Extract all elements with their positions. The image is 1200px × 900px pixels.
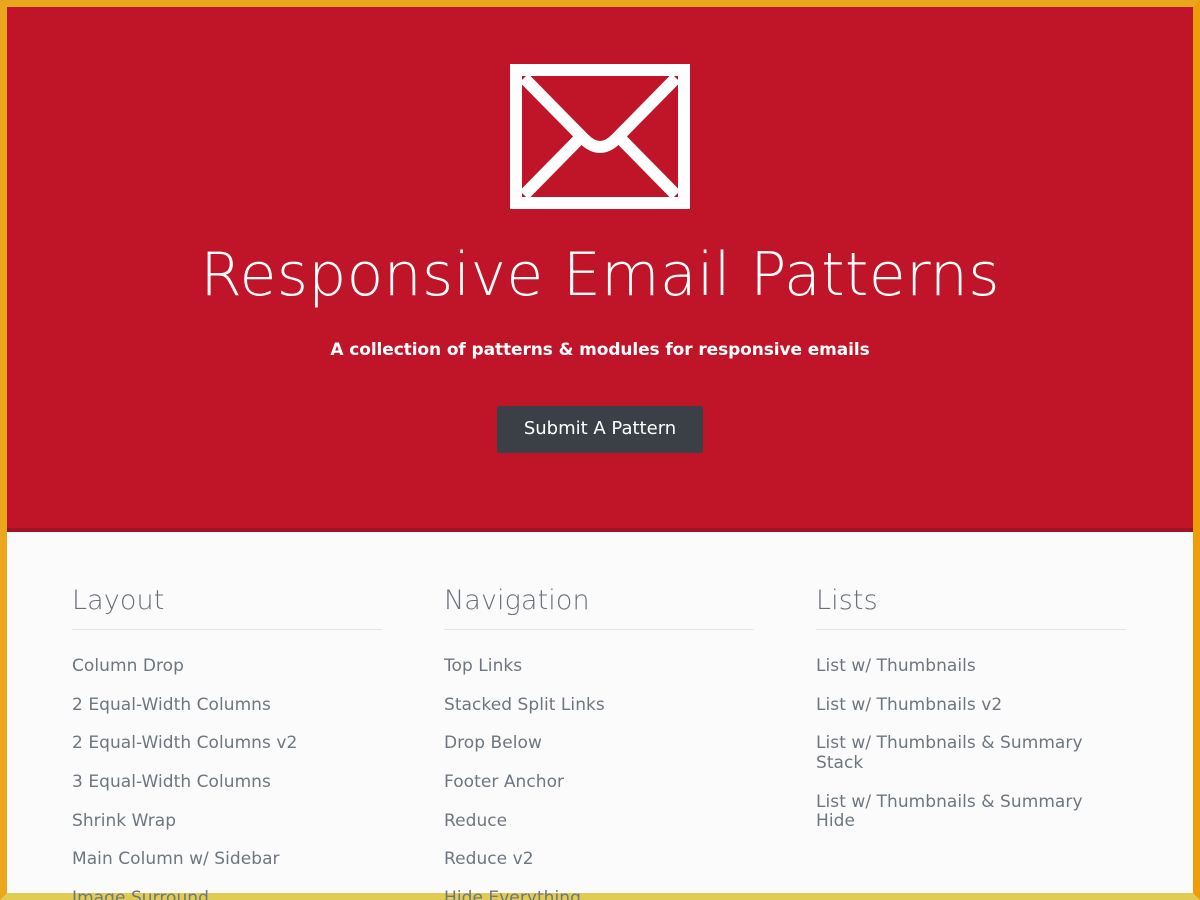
list-item: Reduce <box>444 803 754 842</box>
column-heading-layout: Layout <box>72 586 382 631</box>
list-item: List w/ Thumbnails v2 <box>816 687 1126 726</box>
list-item: Footer Anchor <box>444 764 754 803</box>
pattern-link[interactable]: Main Column w/ Sidebar <box>72 841 382 880</box>
pattern-link[interactable]: Image Surround <box>72 880 382 900</box>
list-item: 2 Equal-Width Columns <box>72 687 382 726</box>
pattern-link[interactable]: Shrink Wrap <box>72 803 382 842</box>
list-item: Image Surround <box>72 880 382 900</box>
pattern-link[interactable]: 3 Equal-Width Columns <box>72 764 382 803</box>
list-item: Stacked Split Links <box>444 687 754 726</box>
list-item: Shrink Wrap <box>72 803 382 842</box>
pattern-link[interactable]: Reduce <box>444 803 754 842</box>
column-heading-lists: Lists <box>816 586 1126 631</box>
pattern-link[interactable]: Hide Everything <box>444 880 754 900</box>
pattern-link[interactable]: Reduce v2 <box>444 841 754 880</box>
page-frame: Responsive Email Patterns A collection o… <box>0 0 1200 900</box>
pattern-link[interactable]: 2 Equal-Width Columns v2 <box>72 725 382 764</box>
pattern-link[interactable]: Column Drop <box>72 648 382 687</box>
pattern-link[interactable]: List w/ Thumbnails <box>816 648 1126 687</box>
pattern-link[interactable]: List w/ Thumbnails & Summary Hide <box>816 784 1126 842</box>
list-item: List w/ Thumbnails & Summary Hide <box>816 784 1126 842</box>
list-item: List w/ Thumbnails & Summary Stack <box>816 725 1126 783</box>
pattern-link[interactable]: List w/ Thumbnails v2 <box>816 687 1126 726</box>
list-item: Hide Everything <box>444 880 754 900</box>
pattern-column-layout: Layout Column Drop 2 Equal-Width Columns… <box>72 586 382 900</box>
pattern-list-layout: Column Drop 2 Equal-Width Columns 2 Equa… <box>72 648 382 900</box>
pattern-link[interactable]: Top Links <box>444 648 754 687</box>
list-item: Top Links <box>444 648 754 687</box>
page-title: Responsive Email Patterns <box>200 240 1000 310</box>
pattern-column-lists: Lists List w/ Thumbnails List w/ Thumbna… <box>816 586 1126 900</box>
submit-a-pattern-button[interactable]: Submit A Pattern <box>496 406 704 453</box>
list-item: Column Drop <box>72 648 382 687</box>
pattern-link[interactable]: Drop Below <box>444 725 754 764</box>
pattern-link[interactable]: Footer Anchor <box>444 764 754 803</box>
pattern-link[interactable]: 2 Equal-Width Columns <box>72 687 382 726</box>
list-item: Main Column w/ Sidebar <box>72 841 382 880</box>
pattern-link[interactable]: List w/ Thumbnails & Summary Stack <box>816 725 1126 783</box>
pattern-list-lists: List w/ Thumbnails List w/ Thumbnails v2… <box>816 648 1126 841</box>
pattern-link[interactable]: Stacked Split Links <box>444 687 754 726</box>
list-item: Reduce v2 <box>444 841 754 880</box>
hero-banner: Responsive Email Patterns A collection o… <box>7 7 1193 532</box>
pattern-columns: Layout Column Drop 2 Equal-Width Columns… <box>7 532 1193 900</box>
column-heading-navigation: Navigation <box>444 586 754 631</box>
pattern-list-navigation: Top Links Stacked Split Links Drop Below… <box>444 648 754 900</box>
list-item: List w/ Thumbnails <box>816 648 1126 687</box>
pattern-column-navigation: Navigation Top Links Stacked Split Links… <box>444 586 754 900</box>
page-subtitle: A collection of patterns & modules for r… <box>330 340 870 360</box>
list-item: 2 Equal-Width Columns v2 <box>72 725 382 764</box>
envelope-icon <box>510 64 690 209</box>
list-item: 3 Equal-Width Columns <box>72 764 382 803</box>
list-item: Drop Below <box>444 725 754 764</box>
